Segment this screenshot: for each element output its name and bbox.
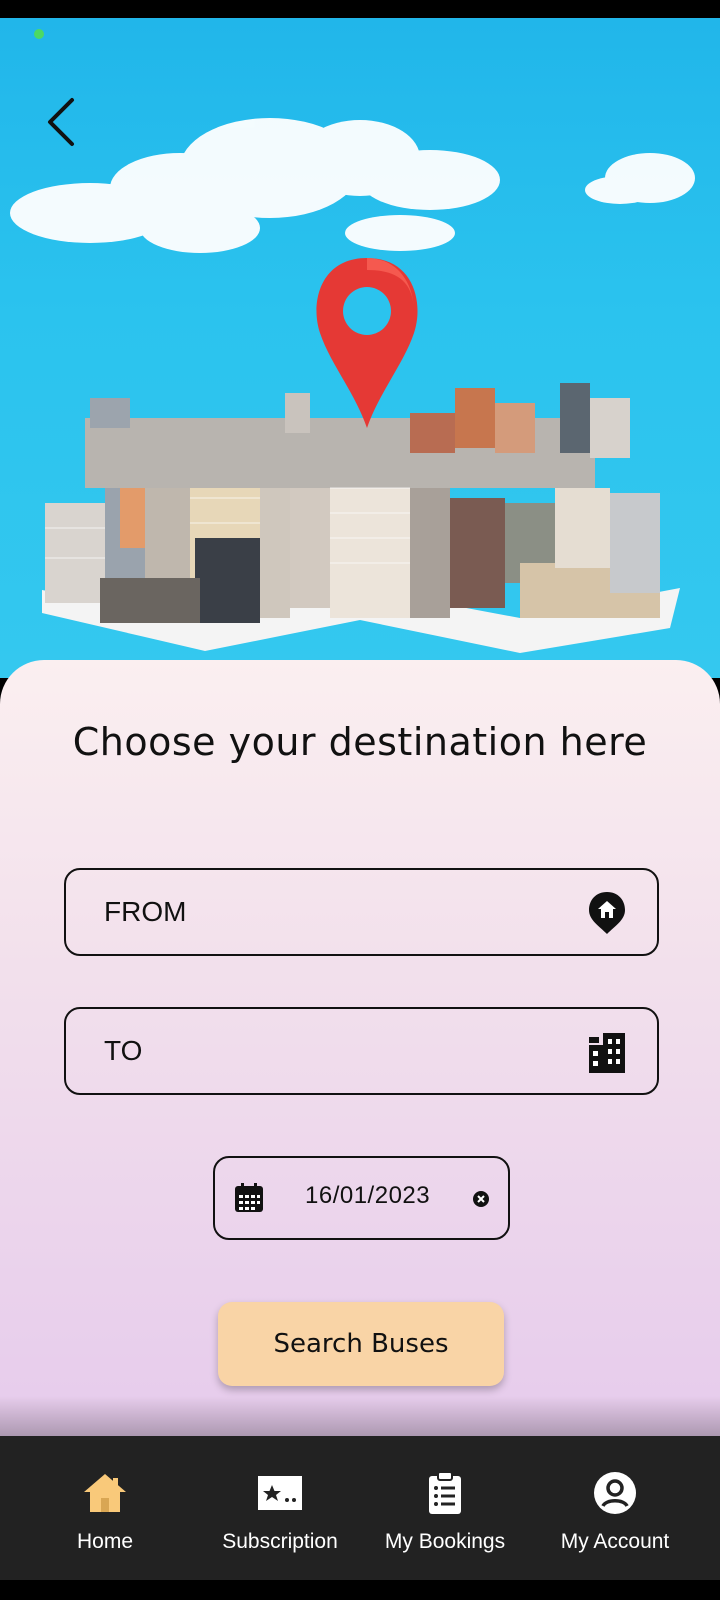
nav-item-home[interactable]: Home xyxy=(55,1436,155,1580)
date-picker[interactable]: 16/01/2023 xyxy=(213,1156,510,1240)
nav-item-my-bookings[interactable]: My Bookings xyxy=(375,1436,515,1580)
bottom-nav: Home Subscription My Bookings My Account xyxy=(0,1436,720,1580)
status-bar xyxy=(0,0,720,18)
to-field-label: TO xyxy=(104,1035,143,1066)
back-button[interactable] xyxy=(36,88,86,148)
nav-label-my-account: My Account xyxy=(560,1530,670,1553)
home-icon xyxy=(84,1474,126,1512)
nav-item-my-account[interactable]: My Account xyxy=(545,1436,685,1580)
system-nav-bar xyxy=(0,1580,720,1600)
to-field[interactable]: TO xyxy=(64,1007,659,1095)
account-circle-icon xyxy=(594,1472,636,1514)
subscription-card-icon xyxy=(258,1476,302,1510)
search-buses-button[interactable]: Search Buses xyxy=(218,1302,504,1386)
nav-item-subscription[interactable]: Subscription xyxy=(210,1436,350,1580)
clear-icon[interactable] xyxy=(472,1190,490,1208)
buildings-icon xyxy=(589,1033,625,1073)
calendar-icon xyxy=(235,1183,263,1212)
from-field-label: FROM xyxy=(104,896,187,927)
chevron-left-icon xyxy=(48,98,74,146)
date-value: 16/01/2023 xyxy=(305,1182,431,1209)
nav-label-my-bookings: My Bookings xyxy=(384,1530,506,1553)
nav-label-subscription: Subscription xyxy=(222,1530,338,1553)
from-field[interactable]: FROM xyxy=(64,868,659,956)
hero-illustration xyxy=(0,18,720,678)
page-title: Choose your destination here xyxy=(72,720,648,764)
camera-indicator xyxy=(34,29,44,39)
home-pin-icon xyxy=(589,892,625,934)
nav-label-home: Home xyxy=(76,1530,134,1553)
clipboard-list-icon xyxy=(429,1471,461,1514)
